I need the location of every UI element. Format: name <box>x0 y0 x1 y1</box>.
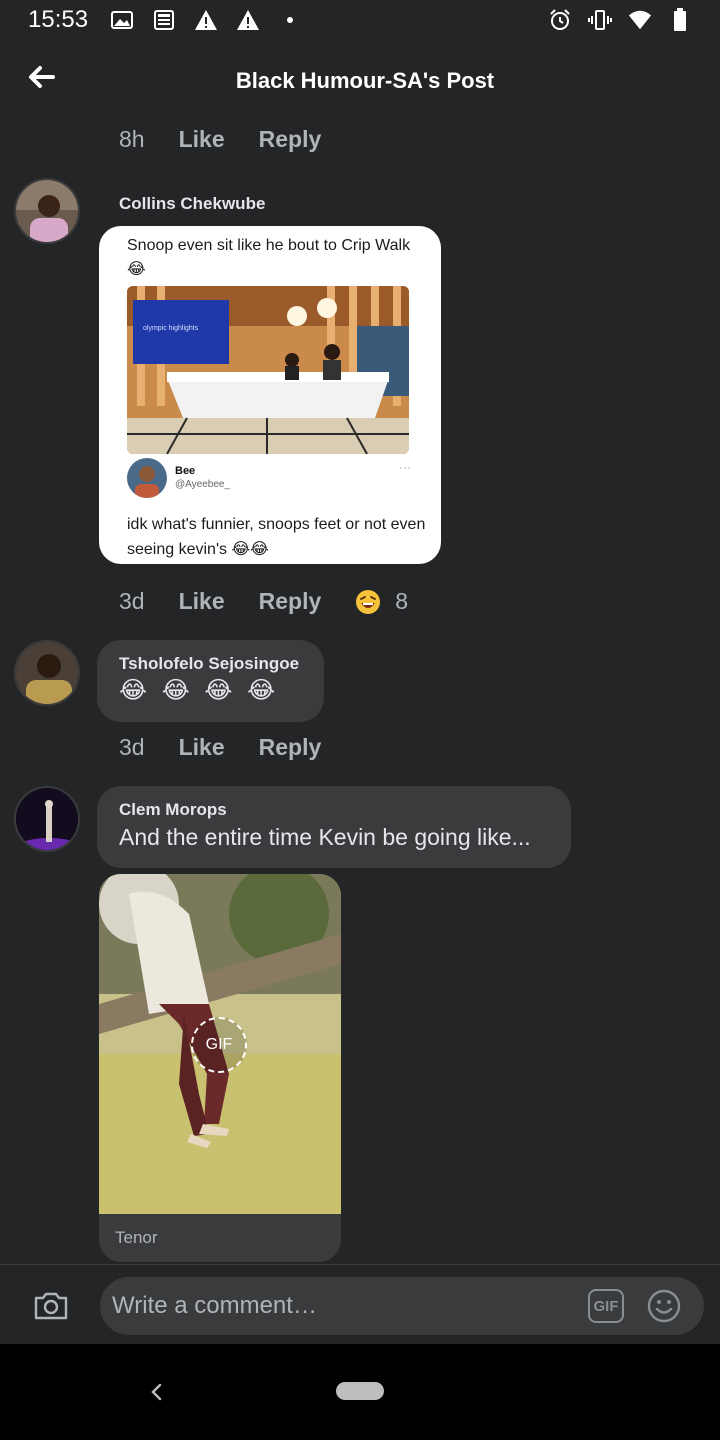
comment-time: 3d <box>119 588 145 614</box>
wifi-icon <box>628 8 652 32</box>
comment-time: 8h <box>119 126 145 152</box>
gallery-icon <box>110 8 134 32</box>
laughing-face-icon <box>356 589 381 614</box>
reply-button[interactable]: Reply <box>259 734 322 761</box>
reply-button[interactable]: Reply <box>259 588 322 615</box>
tweet-author: Bee @Ayeebee_ <box>127 458 230 498</box>
gif-source: Tenor <box>115 1228 158 1247</box>
comment-author[interactable]: Clem Morops <box>119 800 549 820</box>
tweet-avatar <box>127 458 167 498</box>
tweet-text: idk what's funnier, snoops feet or not e… <box>127 516 426 558</box>
nav-back-button[interactable] <box>140 1376 172 1408</box>
reaction-count: 8 <box>395 588 409 614</box>
emoji-button[interactable] <box>646 1288 682 1324</box>
avatar[interactable] <box>14 786 80 852</box>
chevron-left-icon <box>151 1383 162 1401</box>
comment-author[interactable]: Tsholofelo Sejosingoe <box>119 654 302 674</box>
comment-text: 😂 😂 😂 😂 <box>119 677 280 704</box>
warning-icon <box>236 8 260 32</box>
comment-actions: 3d Like Reply 8 <box>119 588 408 615</box>
camera-button[interactable] <box>32 1287 70 1325</box>
comment-bubble: Tsholofelo Sejosingoe 😂 😂 😂 😂 <box>97 640 324 722</box>
gif-attachment[interactable]: GIF Tenor <box>99 874 341 1262</box>
tweet-handle: @Ayeebee_ <box>175 479 231 490</box>
more-icon: ··· <box>399 460 411 474</box>
gif-button[interactable]: GIF <box>588 1289 624 1323</box>
vibrate-icon <box>588 8 612 32</box>
like-button[interactable]: Like <box>179 126 225 153</box>
status-bar: 15:53 <box>0 0 720 40</box>
avatar[interactable] <box>14 178 80 244</box>
comment-actions: 8h Like Reply <box>119 126 355 153</box>
embedded-photo: olympic highlights <box>127 286 409 454</box>
reply-button[interactable]: Reply <box>259 126 322 153</box>
image-caption: Snoop even sit like he bout to Crip Walk… <box>127 237 411 278</box>
like-button[interactable]: Like <box>179 588 225 615</box>
page-title: Black Humour-SA's Post <box>235 68 495 93</box>
comment-actions: 3d Like Reply <box>119 734 355 761</box>
avatar[interactable] <box>14 640 80 706</box>
smiley-icon <box>647 1289 681 1323</box>
reaction-summary[interactable]: 8 <box>355 588 408 615</box>
header: Black Humour-SA's Post <box>0 40 720 120</box>
comment-composer: GIF <box>0 1264 720 1344</box>
comment-box: GIF <box>100 1277 704 1335</box>
gif-badge[interactable]: GIF <box>191 1017 247 1073</box>
status-time: 15:53 <box>28 6 89 33</box>
like-button[interactable]: Like <box>179 734 225 761</box>
dot-icon <box>278 8 302 32</box>
comment-text: And the entire time Kevin be going like.… <box>119 824 531 850</box>
comment-time: 3d <box>119 734 145 760</box>
system-nav-bar <box>0 1344 720 1440</box>
camera-icon <box>34 1292 68 1320</box>
comment-bubble: Clem Morops And the entire time Kevin be… <box>97 786 571 868</box>
screen-text: olympic highlights <box>143 325 199 332</box>
tweet-name: Bee <box>175 465 196 477</box>
news-icon <box>152 8 176 32</box>
battery-icon <box>668 8 692 32</box>
comment-input[interactable] <box>112 1277 572 1335</box>
warning-icon <box>194 8 218 32</box>
comment-author[interactable]: Collins Chekwube <box>119 194 265 214</box>
comment-image[interactable]: Snoop even sit like he bout to Crip Walk… <box>99 226 441 564</box>
nav-home-button[interactable] <box>336 1382 384 1400</box>
alarm-icon <box>548 8 572 32</box>
